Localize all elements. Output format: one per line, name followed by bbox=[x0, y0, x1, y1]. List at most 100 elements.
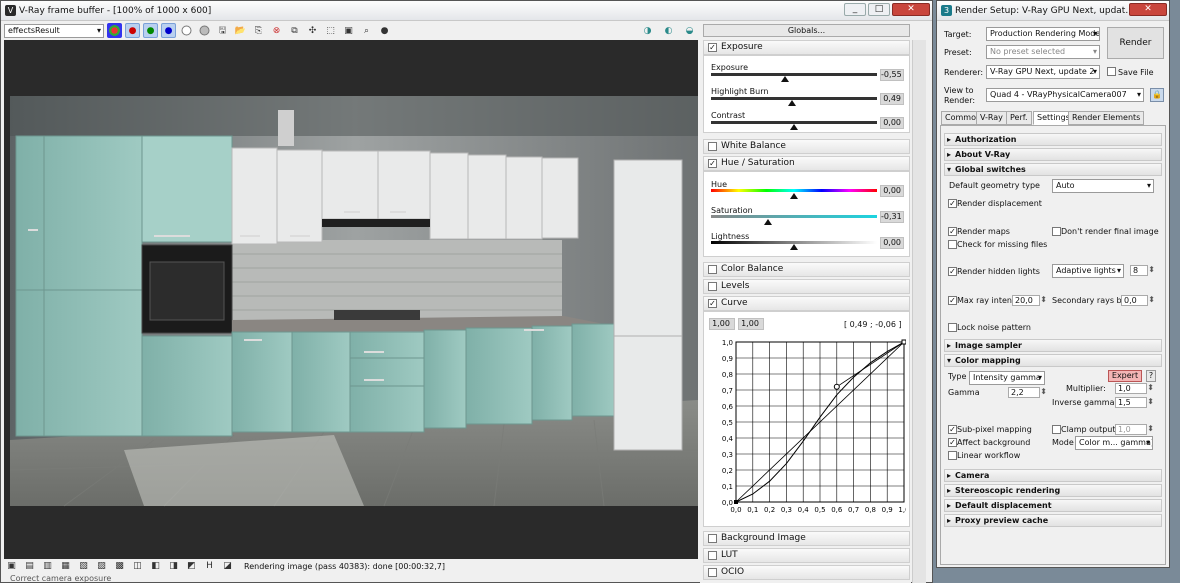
saturation-thumb[interactable] bbox=[764, 219, 772, 225]
maximize-button[interactable]: □ bbox=[868, 3, 890, 16]
rollout-proxy-preview[interactable]: Proxy preview cache bbox=[944, 514, 1162, 527]
teapot-icon[interactable]: ● bbox=[377, 23, 392, 38]
lens-effects-icon[interactable]: ◒ bbox=[682, 23, 697, 38]
clear-icon[interactable]: ⊗ bbox=[269, 23, 284, 38]
max-ray-checkbox[interactable]: ✓ bbox=[948, 296, 957, 305]
hue-slider[interactable] bbox=[711, 189, 877, 192]
contrast-value[interactable]: 0,00 bbox=[880, 117, 904, 129]
lightness-value[interactable]: 0,00 bbox=[880, 237, 904, 249]
save-file-checkbox[interactable] bbox=[1107, 67, 1116, 76]
rollout-stereoscopic[interactable]: Stereoscopic rendering bbox=[944, 484, 1162, 497]
mode-select[interactable]: Color m... gamma) bbox=[1075, 436, 1153, 450]
exposure-checkbox[interactable]: ✓ bbox=[708, 43, 717, 52]
exposure-value[interactable]: -0,55 bbox=[880, 69, 904, 81]
render-displacement-checkbox[interactable]: ✓ bbox=[948, 199, 957, 208]
preset-select[interactable]: No preset selected bbox=[986, 45, 1100, 59]
load-image-icon[interactable]: 📂 bbox=[233, 23, 248, 38]
rollout-camera[interactable]: Camera bbox=[944, 469, 1162, 482]
status-icon-2[interactable]: ▤ bbox=[22, 559, 37, 574]
display-icon[interactable]: ▣ bbox=[341, 23, 356, 38]
lock-icon[interactable]: 🔒 bbox=[1150, 88, 1164, 102]
rollout-color-mapping[interactable]: Color mapping bbox=[944, 354, 1162, 367]
duplicate-icon[interactable]: ⧉ bbox=[287, 23, 302, 38]
color-balance-header[interactable]: Color Balance bbox=[703, 262, 910, 277]
render-setup-titlebar[interactable]: 3 Render Setup: V-Ray GPU Next, updat...… bbox=[937, 1, 1169, 21]
hue-saturation-header[interactable]: ✓ Hue / Saturation bbox=[703, 156, 910, 171]
channel-select[interactable]: effectsResult bbox=[4, 23, 104, 38]
minimize-button[interactable]: _ bbox=[844, 3, 866, 16]
clamp-spinner[interactable]: 1,0 bbox=[1115, 424, 1154, 435]
affect-bg-checkbox[interactable]: ✓ bbox=[948, 438, 957, 447]
white-balance-header[interactable]: White Balance bbox=[703, 139, 910, 154]
color-balance-checkbox[interactable] bbox=[708, 265, 717, 274]
render-maps-checkbox[interactable]: ✓ bbox=[948, 227, 957, 236]
status-icon-4[interactable]: ▦ bbox=[58, 559, 73, 574]
tab-perf[interactable]: Perf. bbox=[1006, 111, 1032, 125]
lightness-thumb[interactable] bbox=[790, 244, 798, 250]
panel-scrollbar[interactable] bbox=[912, 40, 926, 583]
inverse-gamma-spinner[interactable]: 1,5 bbox=[1115, 397, 1154, 408]
render-viewport[interactable] bbox=[4, 40, 698, 559]
green-channel-icon[interactable]: ● bbox=[143, 23, 158, 38]
status-icon-9[interactable]: ◧ bbox=[148, 559, 163, 574]
curve-field-b[interactable]: 1,00 bbox=[738, 318, 764, 330]
status-icon-12[interactable]: H bbox=[202, 559, 217, 574]
lut-checkbox[interactable] bbox=[708, 551, 717, 560]
red-channel-icon[interactable]: ● bbox=[125, 23, 140, 38]
save-image-icon[interactable]: 🖫 bbox=[215, 23, 230, 38]
status-icon-3[interactable]: ▥ bbox=[40, 559, 55, 574]
history-icon[interactable]: ◑ bbox=[640, 23, 655, 38]
region-render-icon[interactable]: ⬚ bbox=[323, 23, 338, 38]
clamp-output-checkbox[interactable] bbox=[1052, 425, 1061, 434]
levels-header[interactable]: Levels bbox=[703, 279, 910, 294]
max-ray-spinner[interactable]: 20,0 bbox=[1012, 295, 1047, 306]
curve-header[interactable]: ✓ Curve bbox=[703, 296, 910, 311]
curve-checkbox[interactable]: ✓ bbox=[708, 299, 717, 308]
default-geometry-select[interactable]: Auto bbox=[1052, 179, 1154, 193]
status-icon-8[interactable]: ◫ bbox=[130, 559, 145, 574]
renderer-select[interactable]: V-Ray GPU Next, update 2 bbox=[986, 65, 1100, 79]
ocio-header[interactable]: OCIO bbox=[703, 565, 910, 580]
copy-icon[interactable]: ⎘ bbox=[251, 23, 266, 38]
render-hidden-lights-checkbox[interactable]: ✓ bbox=[948, 267, 957, 276]
mono-circle-icon[interactable] bbox=[197, 23, 212, 38]
compare-icon[interactable]: ◐ bbox=[661, 23, 676, 38]
status-icon-6[interactable]: ▨ bbox=[94, 559, 109, 574]
status-icon-5[interactable]: ▧ bbox=[76, 559, 91, 574]
exposure-slider-thumb[interactable] bbox=[781, 76, 789, 82]
hue-value[interactable]: 0,00 bbox=[880, 185, 904, 197]
contrast-thumb[interactable] bbox=[790, 124, 798, 130]
hue-thumb[interactable] bbox=[790, 193, 798, 199]
target-select[interactable]: Production Rendering Mode bbox=[986, 27, 1100, 41]
status-icon-13[interactable]: ◪ bbox=[220, 559, 235, 574]
background-image-checkbox[interactable] bbox=[708, 534, 717, 543]
view-select[interactable]: Quad 4 - VRayPhysicalCamera007 bbox=[986, 88, 1144, 102]
tab-render-elements[interactable]: Render Elements bbox=[1068, 111, 1145, 125]
check-missing-checkbox[interactable] bbox=[948, 240, 957, 249]
white-balance-checkbox[interactable] bbox=[708, 142, 717, 151]
background-image-header[interactable]: Background Image bbox=[703, 531, 910, 546]
close-button[interactable]: ✕ bbox=[892, 3, 930, 16]
saturation-slider[interactable] bbox=[711, 215, 877, 218]
globals-button[interactable]: Globals... bbox=[703, 24, 910, 37]
render-setup-close-button[interactable]: ✕ bbox=[1129, 3, 1167, 16]
dont-render-final-checkbox[interactable] bbox=[1052, 227, 1061, 236]
highlight-burn-value[interactable]: 0,49 bbox=[880, 93, 904, 105]
levels-checkbox[interactable] bbox=[708, 282, 717, 291]
exposure-header[interactable]: ✓ Exposure bbox=[703, 40, 910, 55]
vfb-titlebar[interactable]: V V-Ray frame buffer - [100% of 1000 x 6… bbox=[1, 1, 932, 21]
render-button[interactable]: Render bbox=[1107, 27, 1164, 59]
highlight-burn-thumb[interactable] bbox=[788, 100, 796, 106]
exposure-slider[interactable] bbox=[711, 73, 877, 76]
status-icon-11[interactable]: ◩ bbox=[184, 559, 199, 574]
lights-count-spinner[interactable]: 8 bbox=[1130, 265, 1155, 276]
status-icon-1[interactable]: ▣ bbox=[4, 559, 19, 574]
rollout-global-switches[interactable]: Global switches bbox=[944, 163, 1162, 176]
rollout-about-vray[interactable]: About V-Ray bbox=[944, 148, 1162, 161]
sub-pixel-checkbox[interactable]: ✓ bbox=[948, 425, 957, 434]
track-mouse-icon[interactable]: ✣ bbox=[305, 23, 320, 38]
rgb-channel-icon[interactable] bbox=[107, 23, 122, 38]
adaptive-lights-select[interactable]: Adaptive lights bbox=[1052, 264, 1124, 278]
help-button[interactable]: ? bbox=[1146, 370, 1156, 382]
status-icon-7[interactable]: ▩ bbox=[112, 559, 127, 574]
